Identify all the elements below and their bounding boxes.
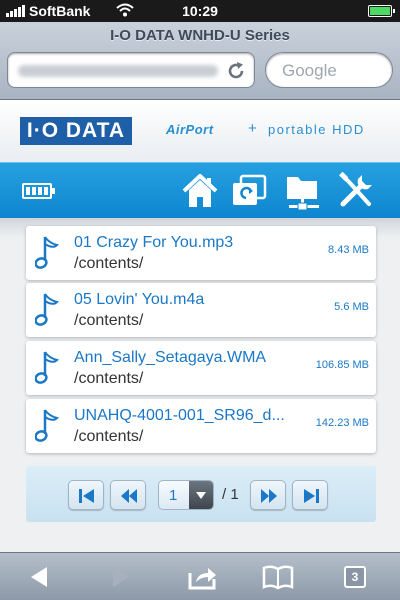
file-row[interactable]: 01 Crazy For You.mp3 /contents/ 8.43 MB [26,226,376,280]
back-arrow-icon [31,567,47,587]
music-note-icon [35,293,59,326]
skip-last-icon [304,489,319,503]
airport-label: AirPort [166,122,214,137]
music-note-icon [35,409,59,442]
file-row[interactable]: 05 Lovin' You.m4a /contents/ 5.6 MB [26,283,376,337]
battery-icon [22,183,55,199]
tabs-button[interactable]: 3 [344,566,366,588]
page-title: I-O DATA WNHD-U Series [110,27,290,44]
next-page-button[interactable] [250,480,286,510]
browser-toolbar: I-O DATA WNHD-U Series Google [0,22,400,100]
search-input[interactable]: Google [265,52,393,88]
share-button[interactable] [182,563,222,591]
file-path: /contents/ [74,370,144,387]
file-name: Ann_Sally_Setagaya.WMA [74,349,267,366]
plus-sign: + [248,120,257,137]
home-icon[interactable] [180,171,220,211]
rewind-icon [121,489,137,503]
pagination: 1 / 1 [26,466,376,522]
file-name: 05 Lovin' You.m4a [74,291,205,308]
file-path: /contents/ [74,255,144,272]
current-page: 1 [169,487,178,504]
share-icon [188,568,216,590]
first-page-button[interactable] [68,480,104,510]
status-bar: SoftBank 10:29 [0,0,400,22]
blurred-url [18,65,218,77]
app-toolbar [0,162,400,218]
last-page-button[interactable] [292,480,328,510]
dropdown-arrow-icon [189,481,213,509]
sync-icon[interactable] [230,171,270,211]
skip-first-icon [79,489,94,503]
back-button[interactable] [20,563,60,591]
file-path: /contents/ [74,312,144,329]
tools-icon[interactable] [336,171,376,211]
file-path: /contents/ [74,428,144,445]
forward-button[interactable] [100,563,140,591]
page-total: / 1 [222,486,239,503]
file-size: 106.85 MB [315,359,369,371]
file-size: 142.23 MB [315,417,369,429]
file-list: 01 Crazy For You.mp3 /contents/ 8.43 MB … [0,218,400,464]
file-name: 01 Crazy For You.mp3 [74,234,234,251]
prev-page-button[interactable] [110,480,146,510]
file-size: 5.6 MB [334,301,369,313]
reload-icon[interactable] [224,59,248,83]
page-select[interactable]: 1 [158,480,214,510]
fast-forward-icon [261,489,277,503]
clock: 10:29 [182,3,218,19]
file-row[interactable]: Ann_Sally_Setagaya.WMA /contents/ 106.85… [26,341,376,395]
browser-bottom-toolbar: 3 [0,552,400,600]
battery-status-icon [368,5,395,17]
brand-logo: I·O DATA [20,117,132,145]
file-name: UNAHQ-4001-001_SR96_d... [74,407,285,424]
brand-banner: I·O DATA AirPort + portable HDD [0,100,400,162]
network-folder-icon[interactable] [284,171,324,211]
book-icon [262,565,294,590]
file-size: 8.43 MB [328,244,369,256]
address-bar[interactable] [7,52,255,88]
music-note-icon [35,236,59,269]
forward-arrow-icon [113,567,129,587]
bookmarks-button[interactable] [258,563,298,591]
music-note-icon [35,351,59,384]
tagline: portable HDD [268,122,365,137]
file-row[interactable]: UNAHQ-4001-001_SR96_d... /contents/ 142.… [26,399,376,453]
